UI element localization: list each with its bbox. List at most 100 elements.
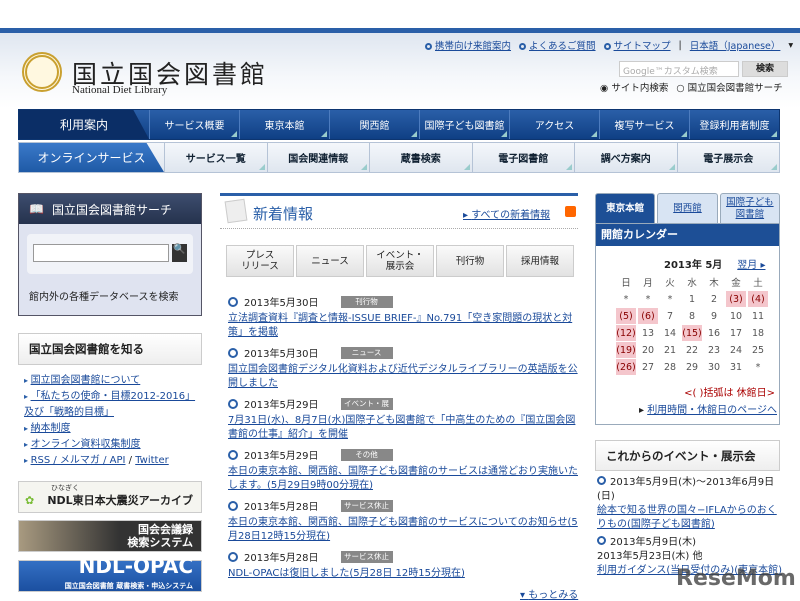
tab-kodomo[interactable]: 国際子ども 図書館	[719, 193, 780, 223]
news-item: 2013年5月30日 刊行物 立法調査資料『調査と情報-ISSUE BRIEF-』N…	[228, 294, 578, 345]
calendar-day: 29	[685, 361, 699, 373]
event-link[interactable]: 絵本で知る世界の国々−IFLAからのおくりもの(国際子ども図書館)	[597, 505, 777, 530]
weekday: 日	[621, 278, 631, 289]
tab-events[interactable]: イベント・ 展示会	[366, 245, 434, 277]
tab-tokyo[interactable]: 東京本館	[595, 193, 656, 223]
calendar-day: 1	[688, 293, 696, 305]
calendar-day: (15)	[682, 325, 702, 341]
calendar-day: (12)	[616, 325, 636, 341]
news-tag: 刊行物	[340, 295, 393, 308]
nav-item[interactable]: 調べ方案内	[574, 143, 677, 172]
calendar-day: 2	[710, 293, 718, 305]
event-date: 2013年5月9日(木)〜2013年6月9日(日)	[597, 476, 782, 504]
mission-link[interactable]: 「私たちの使命・目標2012-2016」及び「戦略的目標」	[24, 391, 195, 418]
news-item: 2013年5月29日 その他 本日の東京本館、関西館、国際子ども図書館のサービスは通…	[228, 447, 578, 498]
opac-banner[interactable]: NDL-OPAC 国立国会図書館 蔵書検索・申込システム	[18, 556, 202, 592]
nav-item[interactable]: サービス一覧	[164, 143, 267, 172]
news-link[interactable]: 本日の東京本館、関西館、国際子ども図書館のサービスは通常どおり実施いたします。(…	[228, 465, 578, 493]
tab-press[interactable]: プレス リリース	[226, 245, 294, 277]
hinagiku-banner[interactable]: ✿ ひなぎく NDL東日本大震災アーカイブ	[18, 481, 202, 513]
calendar-day: 25	[751, 344, 765, 356]
news-tag: ニュース	[340, 346, 393, 359]
news-tag: サービス休止	[340, 499, 393, 512]
kokkai-banner[interactable]: 国会会議録 検索システム	[18, 520, 202, 552]
week-row: (26) 27 28 29 30 31 *	[616, 359, 768, 375]
calendar-day: 13	[641, 327, 655, 339]
news-date: 2013年5月29日	[244, 451, 319, 462]
tab-news[interactable]: ニュース	[296, 245, 364, 277]
calendar-title: 開館カレンダー	[596, 224, 779, 246]
more-link[interactable]: ▾ もっとみる	[520, 586, 578, 601]
news-link[interactable]: 立法調査資料『調査と情報-ISSUE BRIEF-』No.791「空き家問題の現…	[228, 312, 578, 340]
ndl-search-input[interactable]	[33, 244, 169, 262]
twitter-link[interactable]: Twitter	[135, 455, 169, 466]
online-collect-link[interactable]: オンライン資料収集制度	[31, 439, 141, 450]
calendar-month: 2013年 5月	[664, 260, 723, 271]
kokkai-label: 国会会議録 検索システム	[127, 523, 193, 549]
calendar-day: (5)	[616, 308, 636, 324]
nav-online: オンラインサービス サービス一覧 国会関連情報 蔵書検索 電子図書館 調べ方案内…	[18, 142, 780, 173]
about-link[interactable]: 国立国会図書館について	[31, 375, 141, 386]
rss-link[interactable]: RSS / メルマガ / API	[31, 455, 126, 466]
nav-online-lead[interactable]: オンラインサービス	[19, 143, 164, 172]
bullet-icon	[519, 43, 527, 50]
rss-icon[interactable]	[565, 206, 576, 217]
site-search-input[interactable]: Google™カスタム検索	[619, 61, 739, 77]
news-link[interactable]: NDL-OPACは復旧しました(5月28日 12時15分現在)	[228, 567, 578, 581]
radio-ndl-search[interactable]: ○ 国立国会図書館サーチ	[676, 80, 782, 94]
faq-link[interactable]: よくあるご質問	[529, 41, 596, 52]
nav-usage-lead[interactable]: 利用案内	[19, 110, 149, 139]
event-date: 2013年5月9日(木) 2013年5月23日(木) 他	[597, 536, 782, 564]
hours-link[interactable]: 利用時間・休館日のページへ	[647, 405, 777, 416]
ndl-search-box: 📖 国立国会図書館サーチ 🔍 館内外の各種データベースを検索	[18, 193, 202, 316]
news-tag: イベント・展示会	[340, 397, 393, 420]
calendar-day: 10	[729, 310, 743, 322]
nav-item[interactable]: 東京本館	[239, 110, 329, 139]
news-tag: サービス休止	[340, 550, 393, 563]
nav-item[interactable]: 国際子ども図書館	[419, 110, 509, 139]
tab-publications[interactable]: 刊行物	[436, 245, 504, 277]
book-search-icon: 📖	[29, 202, 44, 216]
calendar-day: 30	[707, 361, 721, 373]
nav-item[interactable]: 蔵書検索	[369, 143, 472, 172]
dropdown-icon[interactable]: ▾	[788, 40, 793, 51]
calendar-tabs: 東京本館 関西館 国際子ども 図書館	[595, 193, 780, 223]
language-select[interactable]: 日本語（Japanese）	[690, 38, 781, 52]
news-link[interactable]: 7月31日(水)、8月7日(水)国際子ども図書館で「中高生のための『国立国会図書…	[228, 414, 578, 442]
news-date: 2013年5月30日	[244, 349, 319, 360]
nav-item[interactable]: サービス概要	[149, 110, 239, 139]
mobile-link[interactable]: 携帯向け来館案内	[435, 41, 511, 52]
calendar-day: *	[667, 293, 673, 305]
calendar-day: 31	[729, 361, 743, 373]
nav-item[interactable]: 関西館	[329, 110, 419, 139]
nav-item[interactable]: 国会関連情報	[266, 143, 370, 172]
weekday-row: 日月火水木金土	[616, 274, 768, 290]
ndl-logo-icon[interactable]	[22, 52, 62, 92]
weekday: 火	[665, 278, 675, 289]
news-title: 新着情報	[253, 205, 314, 223]
tab-recruit[interactable]: 採用情報	[506, 245, 574, 277]
nav-item[interactable]: 電子図書館	[471, 143, 575, 172]
nav-item[interactable]: 登録利用者制度	[689, 110, 779, 139]
site-search-button[interactable]: 検索	[742, 61, 788, 77]
next-month-link[interactable]: 翌月 ▸	[737, 256, 765, 271]
news-link[interactable]: 国立国会図書館デジタル化資料および近代デジタルライブラリーの英語版を公開しました	[228, 363, 578, 391]
nav-item[interactable]: アクセス	[509, 110, 599, 139]
tab-kansai[interactable]: 関西館	[657, 193, 718, 223]
ndl-search-desc: 館内外の各種データベースを検索	[29, 292, 179, 303]
news-link[interactable]: 本日の東京本館、関西館、国際子ども図書館のサービスについてのお知らせ(5月28日…	[228, 516, 578, 544]
ndl-search-title: 国立国会図書館サーチ	[51, 202, 172, 217]
nav-usage: 利用案内 サービス概要 東京本館 関西館 国際子ども図書館 アクセス 複写サービ…	[18, 109, 780, 140]
separator: |	[678, 39, 682, 51]
search-icon[interactable]: 🔍	[172, 244, 187, 262]
calendar-day: 18	[751, 327, 765, 339]
nav-item[interactable]: 電子展示会	[676, 143, 780, 172]
news-item: 2013年5月30日 ニュース国立国会図書館デジタル化資料および近代デジタルライブ…	[228, 345, 578, 396]
calendar-day: 8	[688, 310, 696, 322]
radio-site-search[interactable]: ◉ サイト内検索	[600, 80, 668, 94]
nav-item[interactable]: 複写サービス	[599, 110, 689, 139]
all-news-link[interactable]: ▸ すべての新着情報	[463, 206, 550, 221]
sitemap-link[interactable]: サイトマップ	[614, 41, 671, 52]
deposit-link[interactable]: 納本制度	[31, 423, 71, 434]
week-row: (12) 13 14 (15) 16 17 18	[616, 325, 768, 341]
